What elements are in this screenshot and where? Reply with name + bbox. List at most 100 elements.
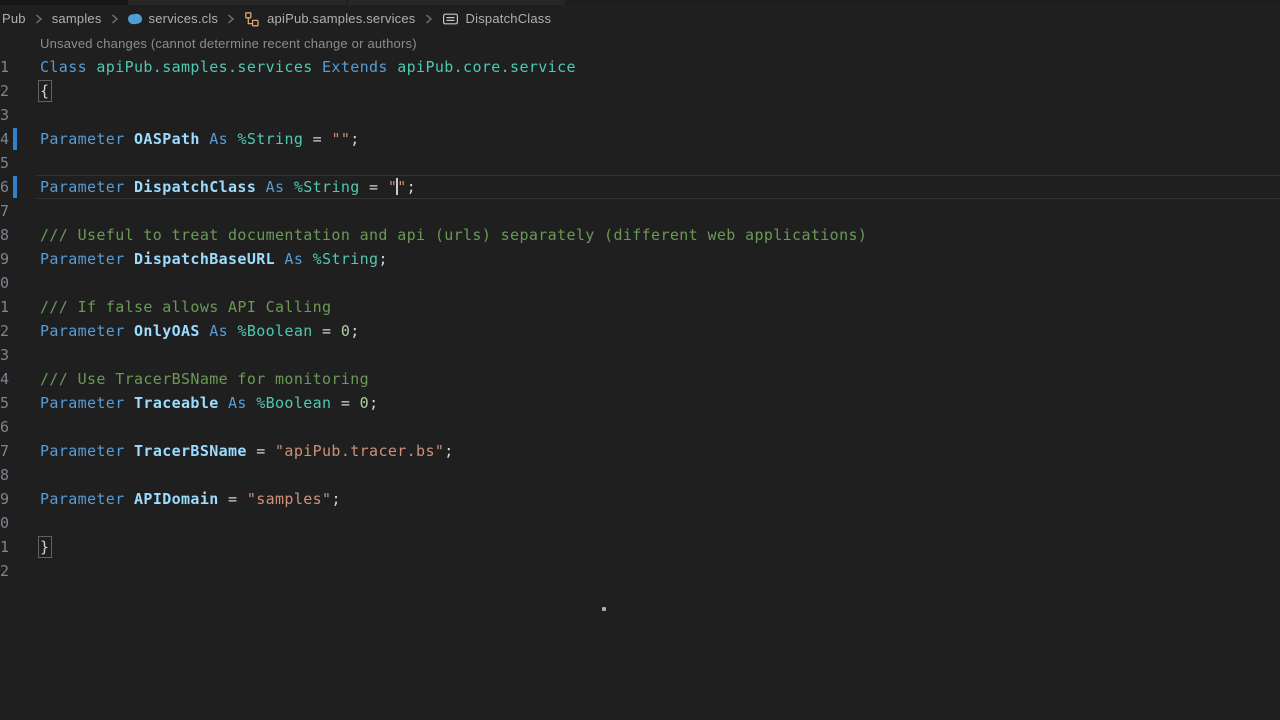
line-number: 0 (0, 514, 10, 532)
code-line[interactable]: 3 (0, 103, 1280, 127)
code-text: Parameter TracerBSName = "apiPub.tracer.… (40, 439, 454, 463)
modified-line-indicator (13, 128, 17, 150)
line-number: 3 (0, 106, 10, 124)
token: DispatchBaseURL (134, 250, 276, 268)
code-line[interactable]: 0 (0, 511, 1280, 535)
token: Parameter (40, 130, 135, 148)
code-line[interactable]: 7 (0, 199, 1280, 223)
line-number: 7 (0, 442, 10, 460)
token: = (359, 178, 388, 196)
code-line[interactable]: 8 (0, 463, 1280, 487)
code-text: Parameter DispatchBaseURL As %String; (40, 247, 388, 271)
token: /// Useful to treat documentation and ap… (40, 226, 868, 244)
token: Class (40, 58, 97, 76)
token: ; (331, 490, 341, 508)
mouse-pointer (602, 607, 606, 611)
line-number: 6 (0, 418, 10, 436)
token: Parameter (40, 322, 135, 340)
code-editor[interactable]: 1 Class apiPub.samples.services Extends a… (0, 0, 1280, 720)
token: ; (350, 322, 360, 340)
token: Traceable (134, 394, 219, 412)
token: 0 (359, 394, 370, 412)
token: OnlyOAS (134, 322, 200, 340)
code-line[interactable]: 4 /// Use TracerBSName for monitoring (0, 367, 1280, 391)
token: %String (293, 178, 360, 196)
code-line[interactable]: 9 Parameter DispatchBaseURL As %String; (0, 247, 1280, 271)
code-text: Parameter OASPath As %String = ""; (40, 127, 360, 151)
line-number: 4 (0, 370, 10, 388)
token: As (256, 178, 294, 196)
token: ; (444, 442, 454, 460)
code-line[interactable]: 2 Parameter OnlyOAS As %Boolean = 0; (0, 319, 1280, 343)
token: apiPub.samples.services (96, 58, 313, 76)
code-line[interactable]: 6 (0, 415, 1280, 439)
code-line[interactable]: 6 Parameter DispatchClass As %String = ""… (0, 175, 1280, 199)
modified-line-indicator (13, 176, 17, 198)
line-number: 9 (0, 490, 10, 508)
line-number: 2 (0, 82, 10, 100)
token: Extends (322, 58, 398, 76)
code-line[interactable]: 7 Parameter TracerBSName = "apiPub.tracer… (0, 439, 1280, 463)
token: " (397, 178, 407, 196)
code-line[interactable]: 9 Parameter APIDomain = "samples"; (0, 487, 1280, 511)
line-number: 0 (0, 274, 10, 292)
bracket-match: { (38, 80, 53, 102)
code-line[interactable]: 1 Class apiPub.samples.services Extends a… (0, 55, 1280, 79)
line-number: 1 (0, 58, 10, 76)
token: = (303, 130, 332, 148)
line-number: 9 (0, 250, 10, 268)
token: TracerBSName (134, 442, 247, 460)
code-line[interactable]: 5 Parameter Traceable As %Boolean = 0; (0, 391, 1280, 415)
code-line[interactable]: 1} (0, 535, 1280, 559)
token: ; (350, 130, 360, 148)
line-number: 8 (0, 226, 10, 244)
token: = (218, 490, 247, 508)
token: = (246, 442, 276, 460)
line-number: 5 (0, 394, 10, 412)
line-number: 5 (0, 154, 10, 172)
code-text: { (38, 79, 53, 103)
token: As (275, 250, 313, 268)
code-line[interactable]: 5 (0, 151, 1280, 175)
token: ; (406, 178, 417, 196)
code-text: Parameter OnlyOAS As %Boolean = 0; (40, 319, 360, 343)
code-line[interactable]: 0 (0, 271, 1280, 295)
token: = (331, 394, 360, 412)
line-number: 2 (0, 322, 10, 340)
code-text: Class apiPub.samples.services Extends ap… (40, 55, 576, 79)
line-number: 3 (0, 346, 10, 364)
token: %String (237, 130, 304, 148)
line-number: 4 (0, 130, 10, 148)
code-line[interactable]: 4 Parameter OASPath As %String = ""; (0, 127, 1280, 151)
code-line[interactable]: 3 (0, 343, 1280, 367)
bracket-match: } (38, 536, 53, 558)
code-line[interactable]: 1 /// If false allows API Calling (0, 295, 1280, 319)
token: ; (378, 250, 388, 268)
token: ; (369, 394, 379, 412)
line-number: 2 (0, 562, 10, 580)
code-line[interactable]: 8 /// Useful to treat documentation and a… (0, 223, 1280, 247)
line-number: 7 (0, 202, 10, 220)
code-text: /// If false allows API Calling (40, 295, 331, 319)
token: /// If false allows API Calling (40, 298, 332, 316)
token: Parameter (40, 490, 135, 508)
code-text: } (38, 535, 53, 559)
token: apiPub.core.service (397, 58, 576, 76)
line-number: 1 (0, 538, 10, 556)
token: As (199, 130, 238, 148)
code-text: Parameter APIDomain = "samples"; (40, 487, 341, 511)
token: DispatchClass (134, 178, 257, 196)
token: As (218, 394, 257, 412)
token: 0 (340, 322, 351, 340)
line-number: 6 (0, 178, 10, 196)
vscode-window: Pub samples services.cls apiPub.samples.… (0, 0, 1280, 720)
code-text: /// Use TracerBSName for monitoring (40, 367, 369, 391)
code-line[interactable]: 2{ (0, 79, 1280, 103)
code-text: Parameter DispatchClass As %String = ""; (40, 175, 416, 199)
token: "apiPub.tracer.bs" (275, 442, 445, 460)
token: Parameter (40, 250, 135, 268)
token: %Boolean (237, 322, 313, 340)
token: OASPath (134, 130, 200, 148)
code-text: Parameter Traceable As %Boolean = 0; (40, 391, 378, 415)
code-line[interactable]: 2 (0, 559, 1280, 583)
